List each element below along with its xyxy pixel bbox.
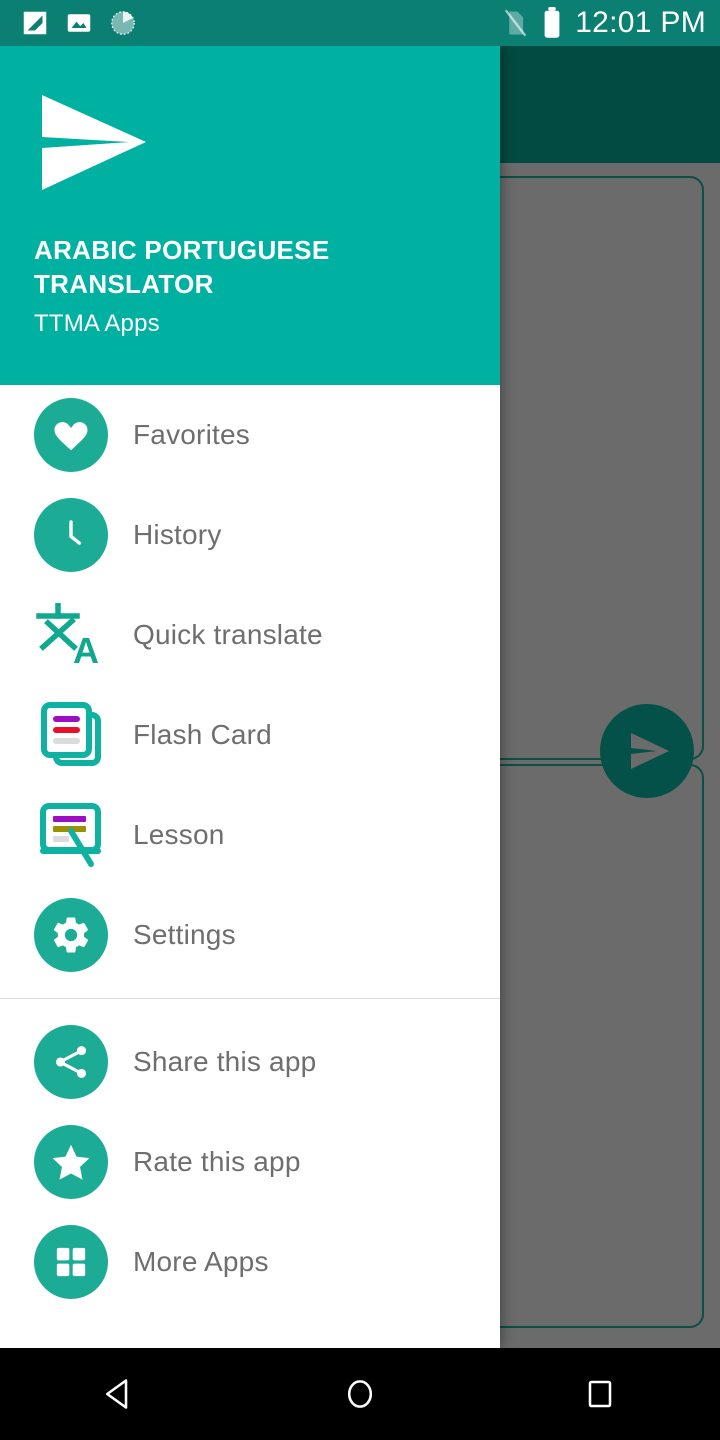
status-bar: 12:01 PM [0,0,720,46]
translate-icon: A [36,603,99,667]
nav-home-button[interactable] [300,1348,420,1440]
android-screen: PORTUGUESE [0,0,720,1440]
settings-icon-wrap [34,898,108,972]
menu-label-flash-card: Flash Card [133,719,272,750]
drawer-app-subtitle: TTMA Apps [34,310,160,337]
star-icon [34,1125,108,1199]
heart-icon [34,398,108,472]
status-bar-clock: 12:01 PM [575,6,706,39]
recents-square-icon [588,1380,612,1408]
menu-item-quick-translate[interactable]: A Quick translate [0,585,500,685]
lesson-icon-wrap [34,798,108,872]
drawer-header: ARABIC PORTUGUESE TRANSLATOR TTMA Apps [0,46,500,385]
menu-item-more-apps[interactable]: More Apps [0,1212,500,1312]
menu-label-quick-translate: Quick translate [133,619,323,650]
menu-item-history[interactable]: History [0,485,500,585]
more-apps-icon-wrap [34,1225,108,1299]
status-bar-left-icons [20,8,138,38]
rate-icon-wrap [34,1125,108,1199]
gear-icon [34,898,108,972]
menu-label-rate-this-app: Rate this app [133,1146,301,1177]
image-icon [67,14,91,32]
clock-glyph [69,520,82,545]
back-triangle-icon [105,1379,128,1409]
svg-text:A: A [73,630,99,667]
menu-item-flash-card[interactable]: Flash Card [0,685,500,785]
drawer-secondary-menu: Share this app Rate this app More Apps [0,1012,500,1312]
flash-card-icon-wrap [34,698,108,772]
lesson-board-icon [40,803,101,867]
drawer-primary-menu: Favorites History A Quick translate Flas… [0,385,500,985]
android-nav-bar [0,1348,720,1440]
nav-back-button[interactable] [60,1348,180,1440]
send-icon [631,733,669,769]
menu-label-settings: Settings [133,919,236,950]
menu-label-share-this-app: Share this app [133,1046,317,1077]
sim-off-icon [505,9,527,37]
grid-apps-icon [34,1225,108,1299]
menu-item-lesson[interactable]: Lesson [0,785,500,885]
menu-item-share-this-app[interactable]: Share this app [0,1012,500,1112]
drawer-app-title: ARABIC PORTUGUESE TRANSLATOR [34,235,330,299]
grid-apps-glyph [56,1247,86,1277]
share-glyph [55,1046,87,1078]
battery-full-icon [544,7,560,38]
nav-recents-button[interactable] [540,1348,660,1440]
menu-label-history: History [133,519,222,550]
navigation-drawer[interactable]: ARABIC PORTUGUESE TRANSLATOR TTMA Apps F… [0,46,500,1348]
home-circle-icon [347,1380,373,1408]
history-icon-wrap [34,498,108,572]
share-icon [34,1025,108,1099]
favorites-icon-wrap [34,398,108,472]
flash-card-icon [41,702,101,766]
menu-item-rate-this-app[interactable]: Rate this app [0,1112,500,1212]
menu-item-favorites[interactable]: Favorites [0,385,500,485]
clock-icon [34,498,108,572]
translate-fab-button[interactable] [600,704,694,798]
share-icon-wrap [34,1025,108,1099]
star-glyph [52,1144,90,1180]
menu-label-more-apps: More Apps [133,1246,269,1277]
menu-item-settings[interactable]: Settings [0,885,500,985]
quick-translate-icon-wrap: A [34,598,108,672]
heart-glyph [54,422,88,451]
menu-label-favorites: Favorites [133,419,250,450]
status-bar-right: 12:01 PM [501,6,706,40]
screenshot-icon [23,11,47,35]
sync-progress-icon [111,11,135,35]
gear-glyph [53,917,89,953]
drawer-divider [0,998,500,999]
menu-label-lesson: Lesson [133,819,225,850]
send-plane-logo [42,95,146,190]
